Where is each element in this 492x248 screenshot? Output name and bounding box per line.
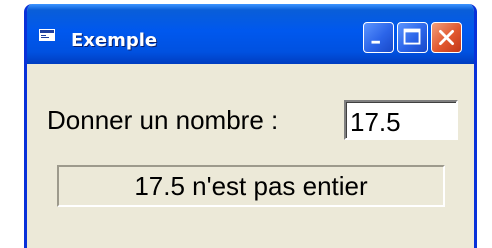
form-icon [39, 29, 55, 41]
form-client-area: Donner un nombre : 17.5 n'est pas entier [27, 64, 474, 248]
app-window: Exemple Donner un nombre : 17.5 n'est pa… [24, 4, 477, 248]
window-title: Exemple [71, 30, 158, 51]
maximize-icon [403, 28, 421, 45]
number-prompt-label: Donner un nombre : [47, 105, 279, 135]
minimize-icon [371, 40, 380, 44]
minimize-button[interactable] [363, 22, 394, 53]
maximize-button[interactable] [397, 22, 428, 53]
close-button[interactable] [431, 22, 462, 53]
title-bar[interactable]: Exemple [27, 4, 474, 64]
result-label: 17.5 n'est pas entier [57, 165, 445, 207]
number-input[interactable] [344, 100, 458, 140]
close-icon [439, 30, 454, 45]
